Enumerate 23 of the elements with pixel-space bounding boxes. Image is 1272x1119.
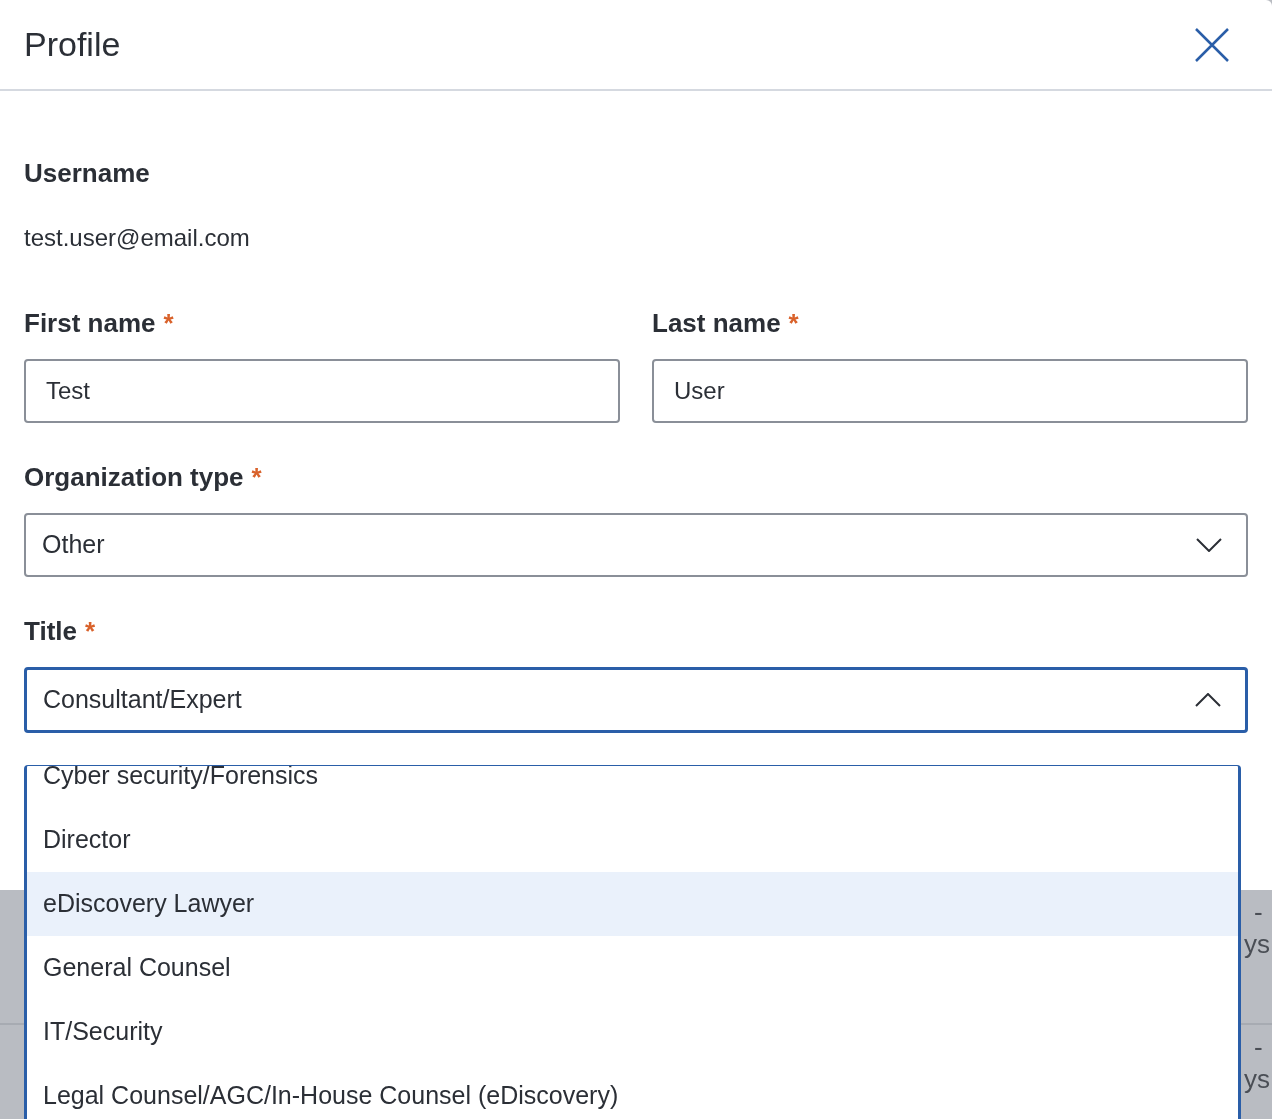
required-mark: * xyxy=(251,462,262,492)
close-icon xyxy=(1195,27,1229,62)
chevron-icon xyxy=(1195,693,1221,707)
required-mark: * xyxy=(788,308,799,338)
dropdown-option[interactable]: eDiscovery Lawyer xyxy=(27,872,1238,936)
field-label: Organization type xyxy=(24,462,244,492)
chevron-icon xyxy=(1196,538,1222,552)
select-field[interactable]: Other xyxy=(24,513,1248,577)
required-mark: * xyxy=(163,308,174,338)
field-label: First name xyxy=(24,308,156,338)
select-field[interactable]: Consultant/Expert xyxy=(24,667,1248,733)
required-mark: * xyxy=(85,616,96,646)
input-field[interactable]: Test xyxy=(24,359,620,423)
row-text: ys xyxy=(1244,928,1271,960)
field-label: Last name xyxy=(652,308,781,338)
row-text: - xyxy=(1253,1031,1264,1063)
input-field[interactable]: User xyxy=(652,359,1248,423)
field-label: Username xyxy=(24,157,151,190)
row-text: - xyxy=(1253,896,1264,928)
row-text: ys xyxy=(1244,1063,1271,1095)
field-label: Title xyxy=(24,616,77,646)
dialog-title: Profile xyxy=(24,24,121,65)
username-value: test.user@email.com xyxy=(24,223,251,253)
